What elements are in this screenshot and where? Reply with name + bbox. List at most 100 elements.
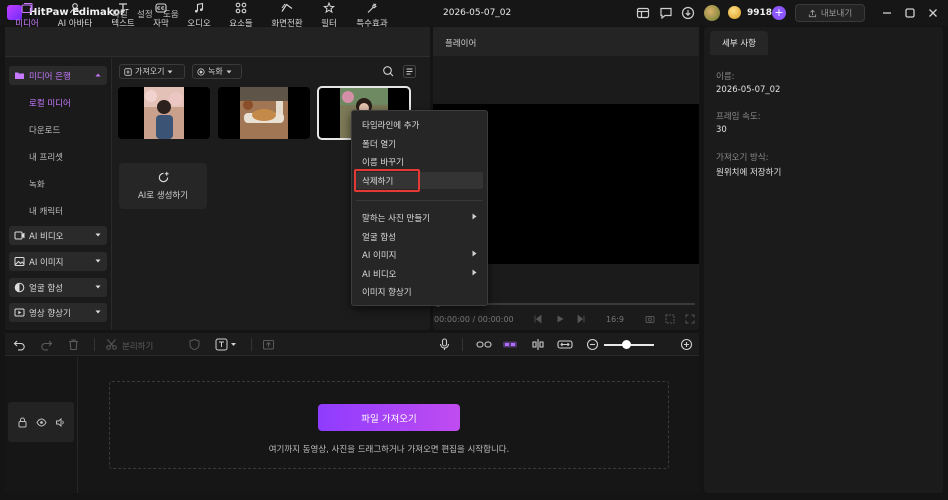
chevron-down-icon xyxy=(226,70,232,73)
scissors-icon[interactable] xyxy=(105,338,118,351)
drop-hint: 여기까지 동영상, 사진을 드래그하거나 가져오면 편집을 시작합니다. xyxy=(268,445,510,455)
import-dropdown[interactable]: 가져오기 xyxy=(119,64,185,79)
toolbar-divider xyxy=(94,338,95,351)
next-frame-icon[interactable] xyxy=(576,314,586,324)
toolbar-divider xyxy=(251,338,252,351)
timecode: 00:00:00 / 00:00:00 xyxy=(434,315,514,324)
sort-icon[interactable] xyxy=(402,64,417,79)
split-button[interactable]: 분리하기 xyxy=(122,340,153,352)
previous-frame-icon[interactable] xyxy=(533,314,543,324)
delete-icon[interactable] xyxy=(67,338,80,351)
face-swap-icon xyxy=(14,282,25,293)
zoom-out-icon[interactable] xyxy=(586,338,599,351)
sidebar-item-characters[interactable]: 내 캐릭터 xyxy=(29,205,63,217)
tab-elements[interactable]: 요소들 xyxy=(226,2,256,29)
project-title: 2026-05-07_02 xyxy=(443,8,512,18)
sidebar-item-downloads[interactable]: 다운로드 xyxy=(29,124,60,136)
undo-icon[interactable] xyxy=(13,338,26,351)
ai-image-icon xyxy=(14,257,25,266)
tab-transitions[interactable]: 화면전환 xyxy=(266,2,308,29)
chevron-down-icon xyxy=(95,285,101,289)
import-method-label: 가져오기 방식: xyxy=(716,153,769,163)
details-panel xyxy=(704,27,943,493)
ai-video-icon xyxy=(14,231,25,240)
chevron-down-icon xyxy=(95,233,101,237)
enhancer-icon xyxy=(14,308,25,317)
aspect-ratio[interactable]: 16:9 xyxy=(606,315,624,324)
sidebar-group-face-swap[interactable]: 얼굴 합성 xyxy=(9,278,107,297)
redo-icon[interactable] xyxy=(40,338,53,351)
export-frame-icon[interactable] xyxy=(262,338,275,351)
feature-tabs xyxy=(5,27,430,57)
coin-count: 9918 xyxy=(747,8,773,18)
zoom-in-icon[interactable] xyxy=(680,338,693,351)
layout-icon[interactable] xyxy=(636,6,650,20)
fullscreen-icon[interactable] xyxy=(685,314,695,324)
menu-item-ai-image[interactable]: AI 이미지 xyxy=(362,249,396,261)
menu-item-ai-video[interactable]: AI 비디오 xyxy=(362,268,396,280)
menu-separator xyxy=(356,200,483,201)
lock-icon[interactable] xyxy=(17,417,28,428)
menu-item-talking-photo[interactable]: 말하는 사진 만들기 xyxy=(362,212,430,224)
music-icon xyxy=(195,2,204,13)
tab-media[interactable]: 미디어 xyxy=(13,2,41,29)
record-dropdown[interactable]: 녹화 xyxy=(192,64,242,79)
tab-filters[interactable]: 필터 xyxy=(318,2,340,29)
menu-item-add-to-timeline[interactable]: 타임라인에 추가 xyxy=(362,119,419,131)
frame-rate-label: 프레임 속도: xyxy=(716,112,761,122)
menu-item-face-swap[interactable]: 얼굴 합성 xyxy=(362,231,396,243)
text-icon xyxy=(119,3,129,13)
filter-icon xyxy=(323,2,335,14)
close-icon[interactable] xyxy=(926,6,940,20)
media-thumbnail[interactable] xyxy=(218,87,310,139)
shield-icon[interactable] xyxy=(188,338,201,351)
chevron-right-icon xyxy=(472,269,477,276)
tab-text[interactable]: 텍스트 xyxy=(108,2,138,29)
microphone-icon[interactable] xyxy=(438,338,451,351)
split-audio-icon[interactable] xyxy=(530,338,546,351)
search-icon[interactable] xyxy=(381,64,396,79)
menu-item-open-folder[interactable]: 폴더 열기 xyxy=(362,138,396,150)
tab-effects[interactable]: 특수효과 xyxy=(352,2,392,29)
tab-audio[interactable]: 오디오 xyxy=(184,2,214,29)
maximize-icon[interactable] xyxy=(903,6,917,20)
chevron-down-icon xyxy=(95,310,101,314)
sidebar-group-enhancer[interactable]: 영상 향상기 xyxy=(9,303,107,322)
feedback-icon[interactable] xyxy=(659,6,673,20)
link-icon[interactable] xyxy=(476,338,492,351)
menu-item-rename[interactable]: 이름 바꾸기 xyxy=(362,156,404,168)
safe-zone-icon[interactable] xyxy=(665,314,675,324)
minimize-icon[interactable] xyxy=(880,6,894,20)
ai-generate-card[interactable]: AI로 생성하기 xyxy=(119,163,207,209)
snapshot-icon[interactable] xyxy=(645,314,655,324)
download-icon[interactable] xyxy=(681,6,695,20)
fit-timeline-icon[interactable] xyxy=(557,338,573,351)
add-coins-button[interactable]: + xyxy=(772,6,786,20)
import-files-button[interactable]: 파일 가져오기 xyxy=(318,404,460,431)
sidebar-group-media-bank[interactable]: 미디어 은행 xyxy=(9,66,107,85)
eye-icon[interactable] xyxy=(36,417,47,428)
play-icon[interactable] xyxy=(555,314,565,324)
chevron-right-icon xyxy=(472,250,477,257)
text-tool-dropdown[interactable] xyxy=(215,338,239,351)
sidebar-item-recordings[interactable]: 녹화 xyxy=(29,178,45,190)
zoom-slider-handle[interactable] xyxy=(622,340,631,349)
sidebar-item-presets[interactable]: 내 프리셋 xyxy=(29,151,63,163)
media-icon xyxy=(21,2,33,14)
chevron-down-icon xyxy=(167,70,173,73)
sidebar-group-ai-image[interactable]: AI 이미지 xyxy=(9,252,107,271)
folder-icon xyxy=(15,72,24,79)
tab-ai-avatar[interactable]: AI 아바타 xyxy=(54,2,96,29)
menu-item-image-enhancer[interactable]: 이미지 향상기 xyxy=(362,286,412,298)
sidebar-item-local-media[interactable]: 로컬 미디어 xyxy=(29,97,71,109)
speaker-icon[interactable] xyxy=(55,417,66,428)
player-title: 플레이어 xyxy=(445,39,477,49)
user-avatar[interactable] xyxy=(704,5,720,21)
magnet-icon[interactable] xyxy=(502,338,518,351)
export-button[interactable]: 내보내기 xyxy=(795,4,865,22)
tab-subtitle[interactable]: 자막 xyxy=(150,2,172,29)
sidebar-group-ai-video[interactable]: AI 비디오 xyxy=(9,226,107,245)
media-thumbnail[interactable] xyxy=(118,87,210,139)
tab-details[interactable]: 세부 사항 xyxy=(710,31,768,55)
chevron-up-icon xyxy=(95,73,101,77)
